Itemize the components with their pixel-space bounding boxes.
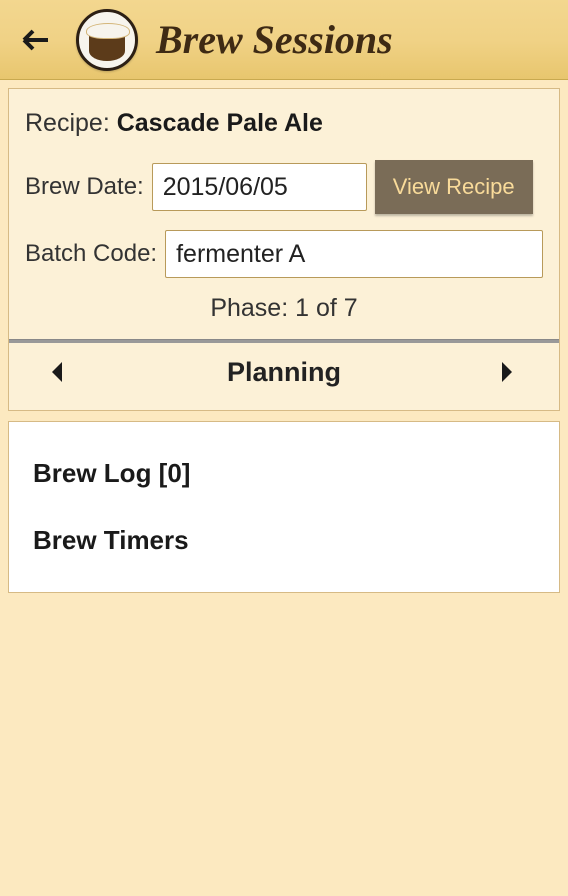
phase-nav: Planning bbox=[25, 343, 543, 398]
batch-code-input[interactable] bbox=[165, 230, 543, 278]
back-button[interactable] bbox=[14, 18, 58, 62]
brew-date-row: Brew Date: View Recipe bbox=[25, 160, 543, 214]
brew-timers-item[interactable]: Brew Timers bbox=[9, 507, 559, 574]
caret-left-icon bbox=[49, 360, 67, 384]
brew-date-input[interactable] bbox=[152, 163, 367, 211]
session-list-card: Brew Log [0] Brew Timers bbox=[8, 421, 560, 593]
recipe-name: Cascade Pale Ale bbox=[117, 109, 323, 137]
phase-count-label: Phase: 1 of 7 bbox=[25, 294, 543, 323]
phase-next-button[interactable] bbox=[497, 360, 519, 386]
brew-date-label: Brew Date: bbox=[25, 173, 144, 201]
batch-code-row: Batch Code: bbox=[25, 230, 543, 278]
app-logo bbox=[76, 9, 138, 71]
back-arrow-icon bbox=[18, 22, 54, 58]
page-title: Brew Sessions bbox=[156, 16, 393, 63]
phase-name: Planning bbox=[227, 357, 341, 388]
phase-prev-button[interactable] bbox=[49, 360, 71, 386]
session-card: Recipe: Cascade Pale Ale Brew Date: View… bbox=[8, 88, 560, 411]
app-header: Brew Sessions bbox=[0, 0, 568, 80]
recipe-row: Recipe: Cascade Pale Ale bbox=[25, 109, 543, 138]
caret-right-icon bbox=[497, 360, 515, 384]
batch-code-label: Batch Code: bbox=[25, 240, 157, 268]
view-recipe-button[interactable]: View Recipe bbox=[375, 160, 533, 214]
brew-log-item[interactable]: Brew Log [0] bbox=[9, 440, 559, 507]
recipe-label: Recipe: bbox=[25, 109, 110, 137]
content-area: Recipe: Cascade Pale Ale Brew Date: View… bbox=[0, 80, 568, 601]
